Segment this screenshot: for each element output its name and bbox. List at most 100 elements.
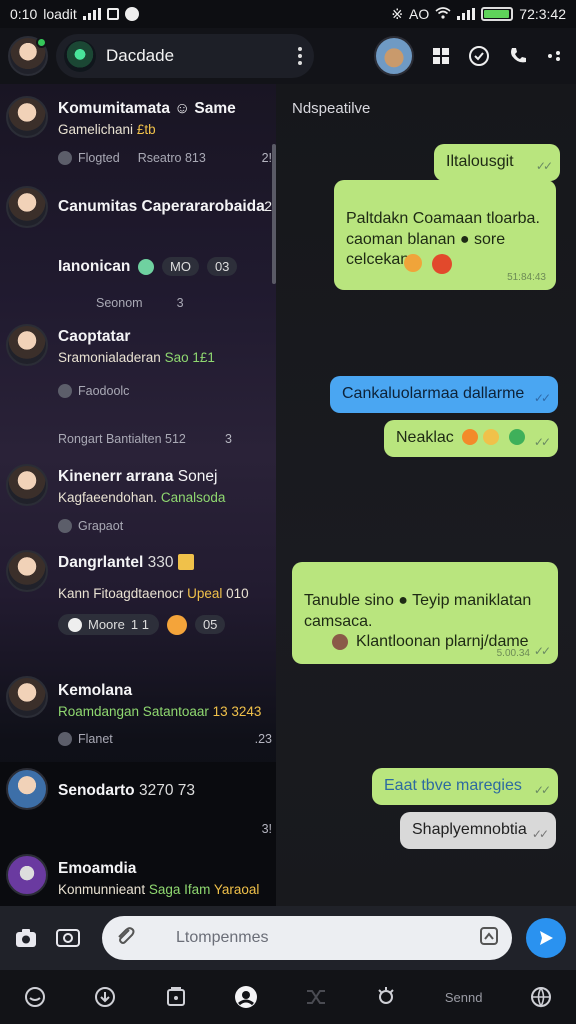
signal-icon [82, 8, 101, 20]
emoji-icon [332, 634, 348, 651]
chat-item[interactable]: Senodarto 3270 73 3! [0, 764, 276, 844]
signal-strength-icon [457, 8, 476, 20]
message-bubble[interactable]: Tanuble sino ● Teyip maniklatan camsaca.… [292, 562, 558, 664]
chat-item[interactable]: Ianonican MO 03 Seonom 3 [0, 244, 276, 320]
chat-meta: Seonom [96, 296, 143, 310]
chat-item[interactable]: Emoamdia Konmunnieant Saga Ifam Yaraoal [0, 850, 276, 906]
chat-subtitle: Gamelichani [58, 122, 134, 137]
chat-title: Ianonican [58, 258, 131, 275]
chat-badge: MO [162, 257, 199, 276]
header-title: Dacdade [106, 46, 175, 65]
read-receipt-icon: ✓✓ [533, 783, 551, 798]
chat-subtitle: Sramonialaderan [58, 350, 161, 365]
read-receipt-icon: ✓✓ [533, 435, 551, 450]
chat-count: 2! [261, 151, 272, 165]
chat-meta: Faodoolc [78, 384, 130, 398]
more-options-icon[interactable] [294, 43, 306, 69]
emoji-icon [509, 429, 526, 445]
chat-subtitle-tag: £tb [136, 122, 156, 137]
voice-note-duration: 1 1 [130, 617, 149, 632]
message-text: Shaplyemnobtia [412, 821, 527, 838]
globe-icon[interactable] [523, 979, 559, 1015]
phone-icon[interactable] [508, 46, 528, 66]
chat-subtitle-tag: Upeal [187, 586, 223, 601]
chat-item[interactable]: Dangrlantel 330 Kann Fitoagdtaenocr Upea… [0, 544, 276, 654]
chat-meta: Grapaot [78, 519, 124, 533]
messenger-notification-icon [124, 7, 139, 21]
chat-subtitle-tag-2: Yaraoal [213, 882, 260, 897]
sticker-picker-icon[interactable] [478, 925, 500, 952]
note-icon [177, 554, 194, 570]
chat-subtitle-tag: Sao 1£1 [164, 350, 215, 365]
avatar [6, 464, 48, 506]
grid-icon[interactable] [432, 47, 450, 65]
conversation-pane[interactable]: Ndspeatilve Iltalousgit ✓✓ Paltdakn Coam… [276, 84, 576, 906]
chat-count: 3 [225, 432, 232, 446]
camera-icon[interactable] [10, 922, 42, 954]
chat-meta: Flogted [78, 151, 120, 165]
chat-list[interactable]: Komumitamata ☺ Same Gamelichani £tb Flog… [0, 84, 276, 906]
avatar [6, 550, 48, 592]
profile-icon[interactable] [228, 979, 264, 1015]
status-icon [58, 384, 72, 398]
emoji-icon [166, 614, 187, 635]
avatar [6, 768, 48, 810]
attach-icon[interactable] [114, 925, 136, 952]
message-text: Tanuble sino ● Teyip maniklatan camsaca. [304, 591, 532, 630]
chat-item[interactable]: Kinenerr arrana Sonej Kagfaeendohan. Can… [0, 458, 276, 544]
chat-subtitle: Konmunnieant [58, 882, 146, 897]
message-bubble[interactable]: Cankaluolarmaa dallarme ✓✓ [330, 376, 558, 413]
emoji-icon [462, 429, 479, 445]
chat-item[interactable]: Kemolana Roamdangan Satantoaar 13 3243 F… [0, 672, 276, 758]
status-icon [58, 519, 72, 533]
carrier-label: loadit [43, 6, 77, 22]
message-text: Neaklac [396, 429, 454, 446]
message-field[interactable] [102, 916, 512, 960]
chat-item[interactable]: Caoptatar Sramonialaderan Sao 1£1 Faodoo… [0, 320, 276, 408]
chat-preview-row[interactable]: Rongart Bantialten 512 3 [0, 428, 276, 458]
message-bubble[interactable]: Neaklac ✓✓ [384, 420, 558, 457]
contact-avatar[interactable] [374, 36, 414, 76]
group-avatar [64, 40, 96, 72]
chat-title-tag: Sonej [177, 468, 218, 485]
chat-title: Canumitas Caperararobaida [58, 198, 265, 215]
chat-subtitle: Kagfaeendohan. [58, 490, 158, 505]
chat-title: Kinenerr arrana [58, 468, 174, 485]
status-time-left: 0:10 [10, 6, 38, 22]
avatar [6, 324, 48, 366]
wifi-icon [435, 6, 451, 22]
message-bubble[interactable]: Eaat tbve maregies ✓✓ [372, 768, 558, 805]
chat-icon[interactable] [17, 979, 53, 1015]
chat-header-pill[interactable]: Dacdade [56, 34, 314, 78]
emoji-icon [404, 254, 422, 272]
chat-title-num: 3270 [138, 782, 174, 799]
chat-title: Dangrlantel [58, 554, 144, 571]
send-button[interactable] [526, 918, 566, 958]
chat-item[interactable]: Komumitamata ☺ Same Gamelichani £tb Flog… [0, 84, 276, 180]
message-text: Eaat tbve maregies [384, 777, 522, 794]
voice-note-pill[interactable]: Moore 1 1 [58, 614, 159, 635]
bottom-navigation: Sennd [0, 970, 576, 1024]
emoji-icon [482, 429, 499, 445]
message-input[interactable] [146, 929, 468, 947]
read-receipt-icon: ✓✓ [533, 391, 551, 406]
message-bubble[interactable]: Iltalousgit ✓✓ [434, 144, 560, 181]
profile-avatar[interactable] [8, 36, 48, 76]
nav-label[interactable]: Sennd [439, 979, 489, 1015]
message-bubble[interactable]: Shaplyemnobtia ✓✓ [400, 812, 556, 849]
network-label: AO [409, 6, 430, 22]
shuffle-icon[interactable] [298, 979, 334, 1015]
chat-item[interactable]: Canumitas Caperararobaida 2 [0, 180, 276, 240]
message-time: 51:84:43 [507, 272, 546, 283]
message-bubble[interactable]: Paltdakn Coamaan tloarba. caoman blanan … [334, 180, 556, 290]
chat-preview: Rongart Bantialten 512 [58, 432, 186, 446]
chat-subtitle: Kann Fitoagdtaenocr [58, 586, 184, 601]
chat-subtitle-tag: Canalsoda [160, 490, 226, 505]
check-circle-icon[interactable] [468, 45, 490, 67]
more-vertical-icon[interactable] [546, 48, 562, 64]
gallery-icon[interactable] [158, 979, 194, 1015]
read-receipt-icon: ✓✓ [535, 159, 553, 174]
award-icon[interactable] [368, 979, 404, 1015]
download-icon[interactable] [87, 979, 123, 1015]
photo-icon[interactable] [52, 922, 84, 954]
